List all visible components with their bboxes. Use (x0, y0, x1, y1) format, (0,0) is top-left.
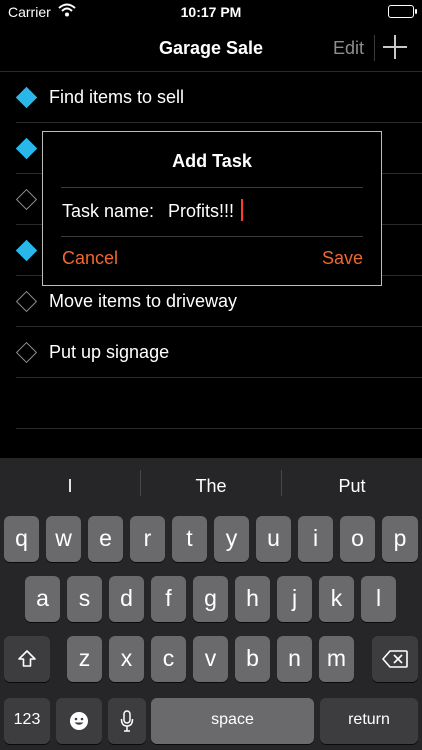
shift-key[interactable] (4, 636, 50, 682)
key-a[interactable]: a (25, 576, 60, 622)
task-status-diamond-icon[interactable] (15, 86, 38, 109)
task-status-diamond-icon[interactable] (15, 341, 38, 364)
key-e[interactable]: e (88, 516, 123, 562)
task-name-label: Task name: (62, 201, 155, 221)
dictation-key[interactable] (108, 698, 146, 744)
emoji-key[interactable] (56, 698, 102, 744)
key-b[interactable]: b (235, 636, 270, 682)
space-key[interactable]: space (151, 698, 314, 744)
key-i[interactable]: i (298, 516, 333, 562)
key-z[interactable]: z (67, 636, 102, 682)
task-status-diamond-icon[interactable] (15, 188, 38, 211)
add-task-dialog: Add Task Task name: Cancel Save (42, 131, 382, 286)
nav-divider (374, 35, 375, 61)
key-u[interactable]: u (256, 516, 291, 562)
task-status-diamond-icon[interactable] (15, 239, 38, 262)
status-bar: Carrier 10:17 PM (0, 0, 422, 26)
cancel-button[interactable]: Cancel (62, 248, 118, 269)
suggestion-item[interactable]: Put (282, 476, 422, 497)
key-w[interactable]: w (46, 516, 81, 562)
divider (61, 236, 363, 237)
numbers-key[interactable]: 123 (4, 698, 50, 744)
key-q[interactable]: q (4, 516, 39, 562)
battery-icon (388, 5, 417, 18)
key-j[interactable]: j (277, 576, 312, 622)
keyboard: I The Put q w e r t y u i o p a s d f g … (0, 458, 422, 750)
key-r[interactable]: r (130, 516, 165, 562)
suggestion-item[interactable]: The (141, 476, 281, 497)
backspace-icon (382, 650, 408, 668)
divider (61, 187, 363, 188)
plus-icon[interactable] (383, 35, 407, 59)
key-g[interactable]: g (193, 576, 228, 622)
clock: 10:17 PM (180, 4, 242, 20)
key-p[interactable]: p (382, 516, 418, 562)
key-f[interactable]: f (151, 576, 186, 622)
task-label: Move items to driveway (49, 291, 238, 311)
key-d[interactable]: d (109, 576, 144, 622)
suggestion-item[interactable]: I (0, 476, 140, 497)
key-n[interactable]: n (277, 636, 312, 682)
key-l[interactable]: l (361, 576, 396, 622)
task-label: Put up signage (49, 342, 170, 362)
task-label: Find items to sell (49, 87, 185, 107)
key-c[interactable]: c (151, 636, 186, 682)
key-y[interactable]: y (214, 516, 249, 562)
navigation-bar: Garage Sale Edit (0, 26, 422, 72)
return-key[interactable]: return (320, 698, 418, 744)
task-status-diamond-icon[interactable] (15, 137, 38, 160)
dialog-title: Add Task (172, 151, 252, 171)
key-m[interactable]: m (319, 636, 354, 682)
list-item[interactable]: Find items to sell (15, 72, 422, 123)
key-x[interactable]: x (109, 636, 144, 682)
list-item[interactable]: Put up signage (15, 327, 422, 378)
edit-button[interactable]: Edit (333, 38, 364, 59)
task-status-diamond-icon[interactable] (15, 290, 38, 313)
shift-arrow-icon (18, 650, 36, 667)
backspace-key[interactable] (372, 636, 418, 682)
microphone-icon (120, 710, 134, 732)
key-v[interactable]: v (193, 636, 228, 682)
text-cursor (241, 199, 243, 221)
emoji-icon (70, 712, 88, 730)
key-o[interactable]: o (340, 516, 375, 562)
empty-row (16, 378, 422, 429)
save-button[interactable]: Save (322, 248, 363, 269)
key-s[interactable]: s (67, 576, 102, 622)
key-k[interactable]: k (319, 576, 354, 622)
key-t[interactable]: t (172, 516, 207, 562)
task-name-input[interactable] (168, 198, 364, 224)
key-h[interactable]: h (235, 576, 270, 622)
suggestion-bar: I The Put (0, 458, 422, 510)
